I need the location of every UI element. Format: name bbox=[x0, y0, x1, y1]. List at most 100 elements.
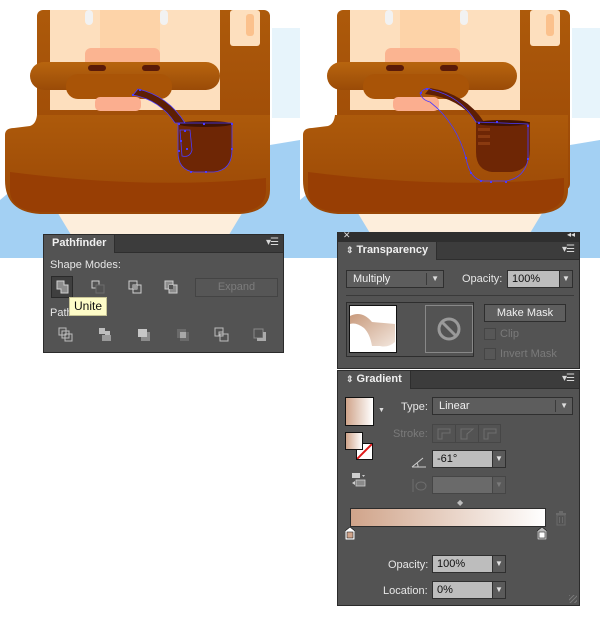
location-input[interactable]: 0% bbox=[432, 581, 493, 599]
color-stop-icon bbox=[344, 526, 356, 541]
stroke-label: Stroke: bbox=[393, 428, 428, 440]
pathfinder-tabbar: Pathfinder ▾☰ bbox=[44, 235, 283, 253]
gradient-type-select[interactable]: Linear ▼ bbox=[432, 397, 573, 415]
stroke-within-icon bbox=[437, 428, 451, 440]
blend-mode-select[interactable]: Multiply ▼ bbox=[346, 270, 444, 288]
collapse-icon[interactable]: ◂◂ bbox=[567, 230, 575, 239]
resize-grip[interactable] bbox=[569, 595, 577, 603]
chevron-down-icon: ▼ bbox=[431, 274, 439, 283]
minus-back-icon bbox=[253, 328, 266, 341]
stop-opacity-label: Opacity: bbox=[388, 559, 429, 571]
gradient-slider[interactable] bbox=[350, 508, 546, 527]
stroke-across-button[interactable] bbox=[479, 425, 501, 442]
outline-button[interactable] bbox=[213, 326, 231, 344]
color-stop-icon bbox=[536, 526, 548, 541]
stop-opacity-dropdown[interactable]: ▼ bbox=[492, 555, 506, 573]
merge-button[interactable] bbox=[135, 326, 153, 344]
no-mask-icon bbox=[437, 317, 461, 341]
angle-icon bbox=[410, 453, 428, 471]
exclude-icon bbox=[164, 280, 178, 294]
divide-button[interactable] bbox=[57, 326, 75, 344]
transparency-panel: ✕ ◂◂ ⇕ Transparency ▾☰ Multiply ▼ Opacity… bbox=[337, 230, 580, 369]
reverse-gradient-button[interactable] bbox=[351, 471, 369, 489]
tab-pathfinder[interactable]: Pathfinder bbox=[44, 235, 116, 253]
fill-swatch[interactable] bbox=[345, 432, 363, 450]
tab-gradient[interactable]: ⇕ Gradient bbox=[338, 371, 411, 389]
artwork-before-canvas bbox=[0, 0, 300, 258]
stroke-across-icon bbox=[483, 428, 497, 440]
invert-mask-checkbox[interactable] bbox=[484, 348, 496, 360]
panel-menu-icon[interactable]: ▾☰ bbox=[562, 244, 575, 255]
gradient-panel: ⇕ Gradient ▾☰ ▼ Type: Linear ▼ Stroke: -6… bbox=[337, 370, 580, 606]
trash-icon bbox=[556, 511, 566, 526]
blend-mode-value: Multiply bbox=[353, 273, 391, 285]
stroke-gradient-buttons bbox=[432, 424, 501, 443]
minus-front-icon bbox=[91, 280, 105, 294]
gradient-stop-left[interactable] bbox=[344, 526, 356, 541]
tab-label: Gradient bbox=[356, 373, 402, 385]
angle-dropdown[interactable]: ▼ bbox=[492, 450, 506, 468]
minus-front-button[interactable] bbox=[89, 278, 107, 296]
outline-icon bbox=[214, 327, 229, 342]
chevron-down-icon: ▼ bbox=[560, 401, 568, 410]
angle-input[interactable]: -61° bbox=[432, 450, 493, 468]
artwork-before bbox=[0, 0, 300, 258]
tab-label: Pathfinder bbox=[52, 237, 107, 249]
expand-options-icon: ⇕ bbox=[346, 245, 354, 255]
thumbnail-frame bbox=[346, 302, 474, 357]
unite-icon bbox=[56, 280, 69, 294]
crop-button[interactable] bbox=[174, 326, 192, 344]
invert-mask-label: Invert Mask bbox=[500, 348, 557, 360]
intersect-icon bbox=[128, 280, 142, 294]
artwork-after-canvas bbox=[300, 0, 600, 258]
opacity-label: Opacity: bbox=[462, 273, 503, 285]
opacity-dropdown[interactable]: ▼ bbox=[559, 270, 573, 288]
intersect-button[interactable] bbox=[126, 278, 144, 296]
clip-checkbox[interactable] bbox=[484, 328, 496, 340]
minus-back-button[interactable] bbox=[251, 326, 269, 344]
unite-button[interactable] bbox=[51, 276, 73, 298]
tab-transparency[interactable]: ⇕ Transparency bbox=[338, 242, 438, 260]
aspect-ratio-input[interactable] bbox=[432, 476, 493, 494]
opacity-input[interactable]: 100% bbox=[507, 270, 560, 288]
object-thumbnail[interactable] bbox=[349, 305, 397, 353]
aspect-ratio-icon bbox=[410, 477, 428, 495]
location-label: Location: bbox=[383, 585, 428, 597]
stroke-along-button[interactable] bbox=[456, 425, 479, 442]
panel-menu-icon[interactable]: ▾☰ bbox=[562, 373, 575, 384]
gradient-swatch-dropdown-icon[interactable]: ▼ bbox=[378, 407, 385, 414]
gradient-tabbar: ⇕ Gradient ▾☰ bbox=[338, 371, 579, 389]
close-icon[interactable]: ✕ bbox=[343, 230, 351, 241]
stroke-within-button[interactable] bbox=[433, 425, 456, 442]
divide-icon bbox=[58, 327, 73, 342]
artwork-after bbox=[300, 0, 600, 258]
stroke-along-icon bbox=[460, 428, 475, 440]
delete-stop-button[interactable] bbox=[553, 510, 571, 528]
exclude-button[interactable] bbox=[162, 278, 180, 296]
aspect-ratio-dropdown[interactable]: ▼ bbox=[492, 476, 506, 494]
trim-button[interactable] bbox=[96, 326, 114, 344]
divider bbox=[346, 295, 574, 296]
gradient-swatch[interactable] bbox=[345, 397, 374, 426]
tab-label: Transparency bbox=[356, 244, 429, 256]
make-mask-button[interactable]: Make Mask bbox=[484, 304, 566, 322]
crop-icon bbox=[177, 329, 189, 341]
pipe-preview bbox=[350, 314, 395, 347]
gradient-type-value: Linear bbox=[439, 400, 470, 412]
trim-icon bbox=[99, 328, 111, 341]
pathfinder-panel: Pathfinder ▾☰ Shape Modes: Expand Path U… bbox=[43, 234, 284, 353]
transparency-tabbar: ⇕ Transparency ▾☰ bbox=[338, 242, 579, 260]
midpoint-diamond[interactable]: ◆ bbox=[457, 498, 463, 507]
clip-label: Clip bbox=[500, 328, 519, 340]
expand-button[interactable]: Expand bbox=[195, 278, 278, 297]
gradient-stop-right[interactable] bbox=[536, 526, 548, 541]
merge-icon bbox=[138, 329, 150, 341]
location-dropdown[interactable]: ▼ bbox=[492, 581, 506, 599]
reverse-gradient-icon bbox=[352, 473, 366, 487]
stop-opacity-input[interactable]: 100% bbox=[432, 555, 493, 573]
unite-tooltip: Unite bbox=[69, 297, 108, 316]
panel-header-strip: ✕ ◂◂ bbox=[338, 230, 579, 242]
mask-thumbnail[interactable] bbox=[425, 305, 473, 353]
shape-modes-label: Shape Modes: bbox=[50, 259, 121, 271]
panel-menu-icon[interactable]: ▾☰ bbox=[266, 237, 279, 248]
